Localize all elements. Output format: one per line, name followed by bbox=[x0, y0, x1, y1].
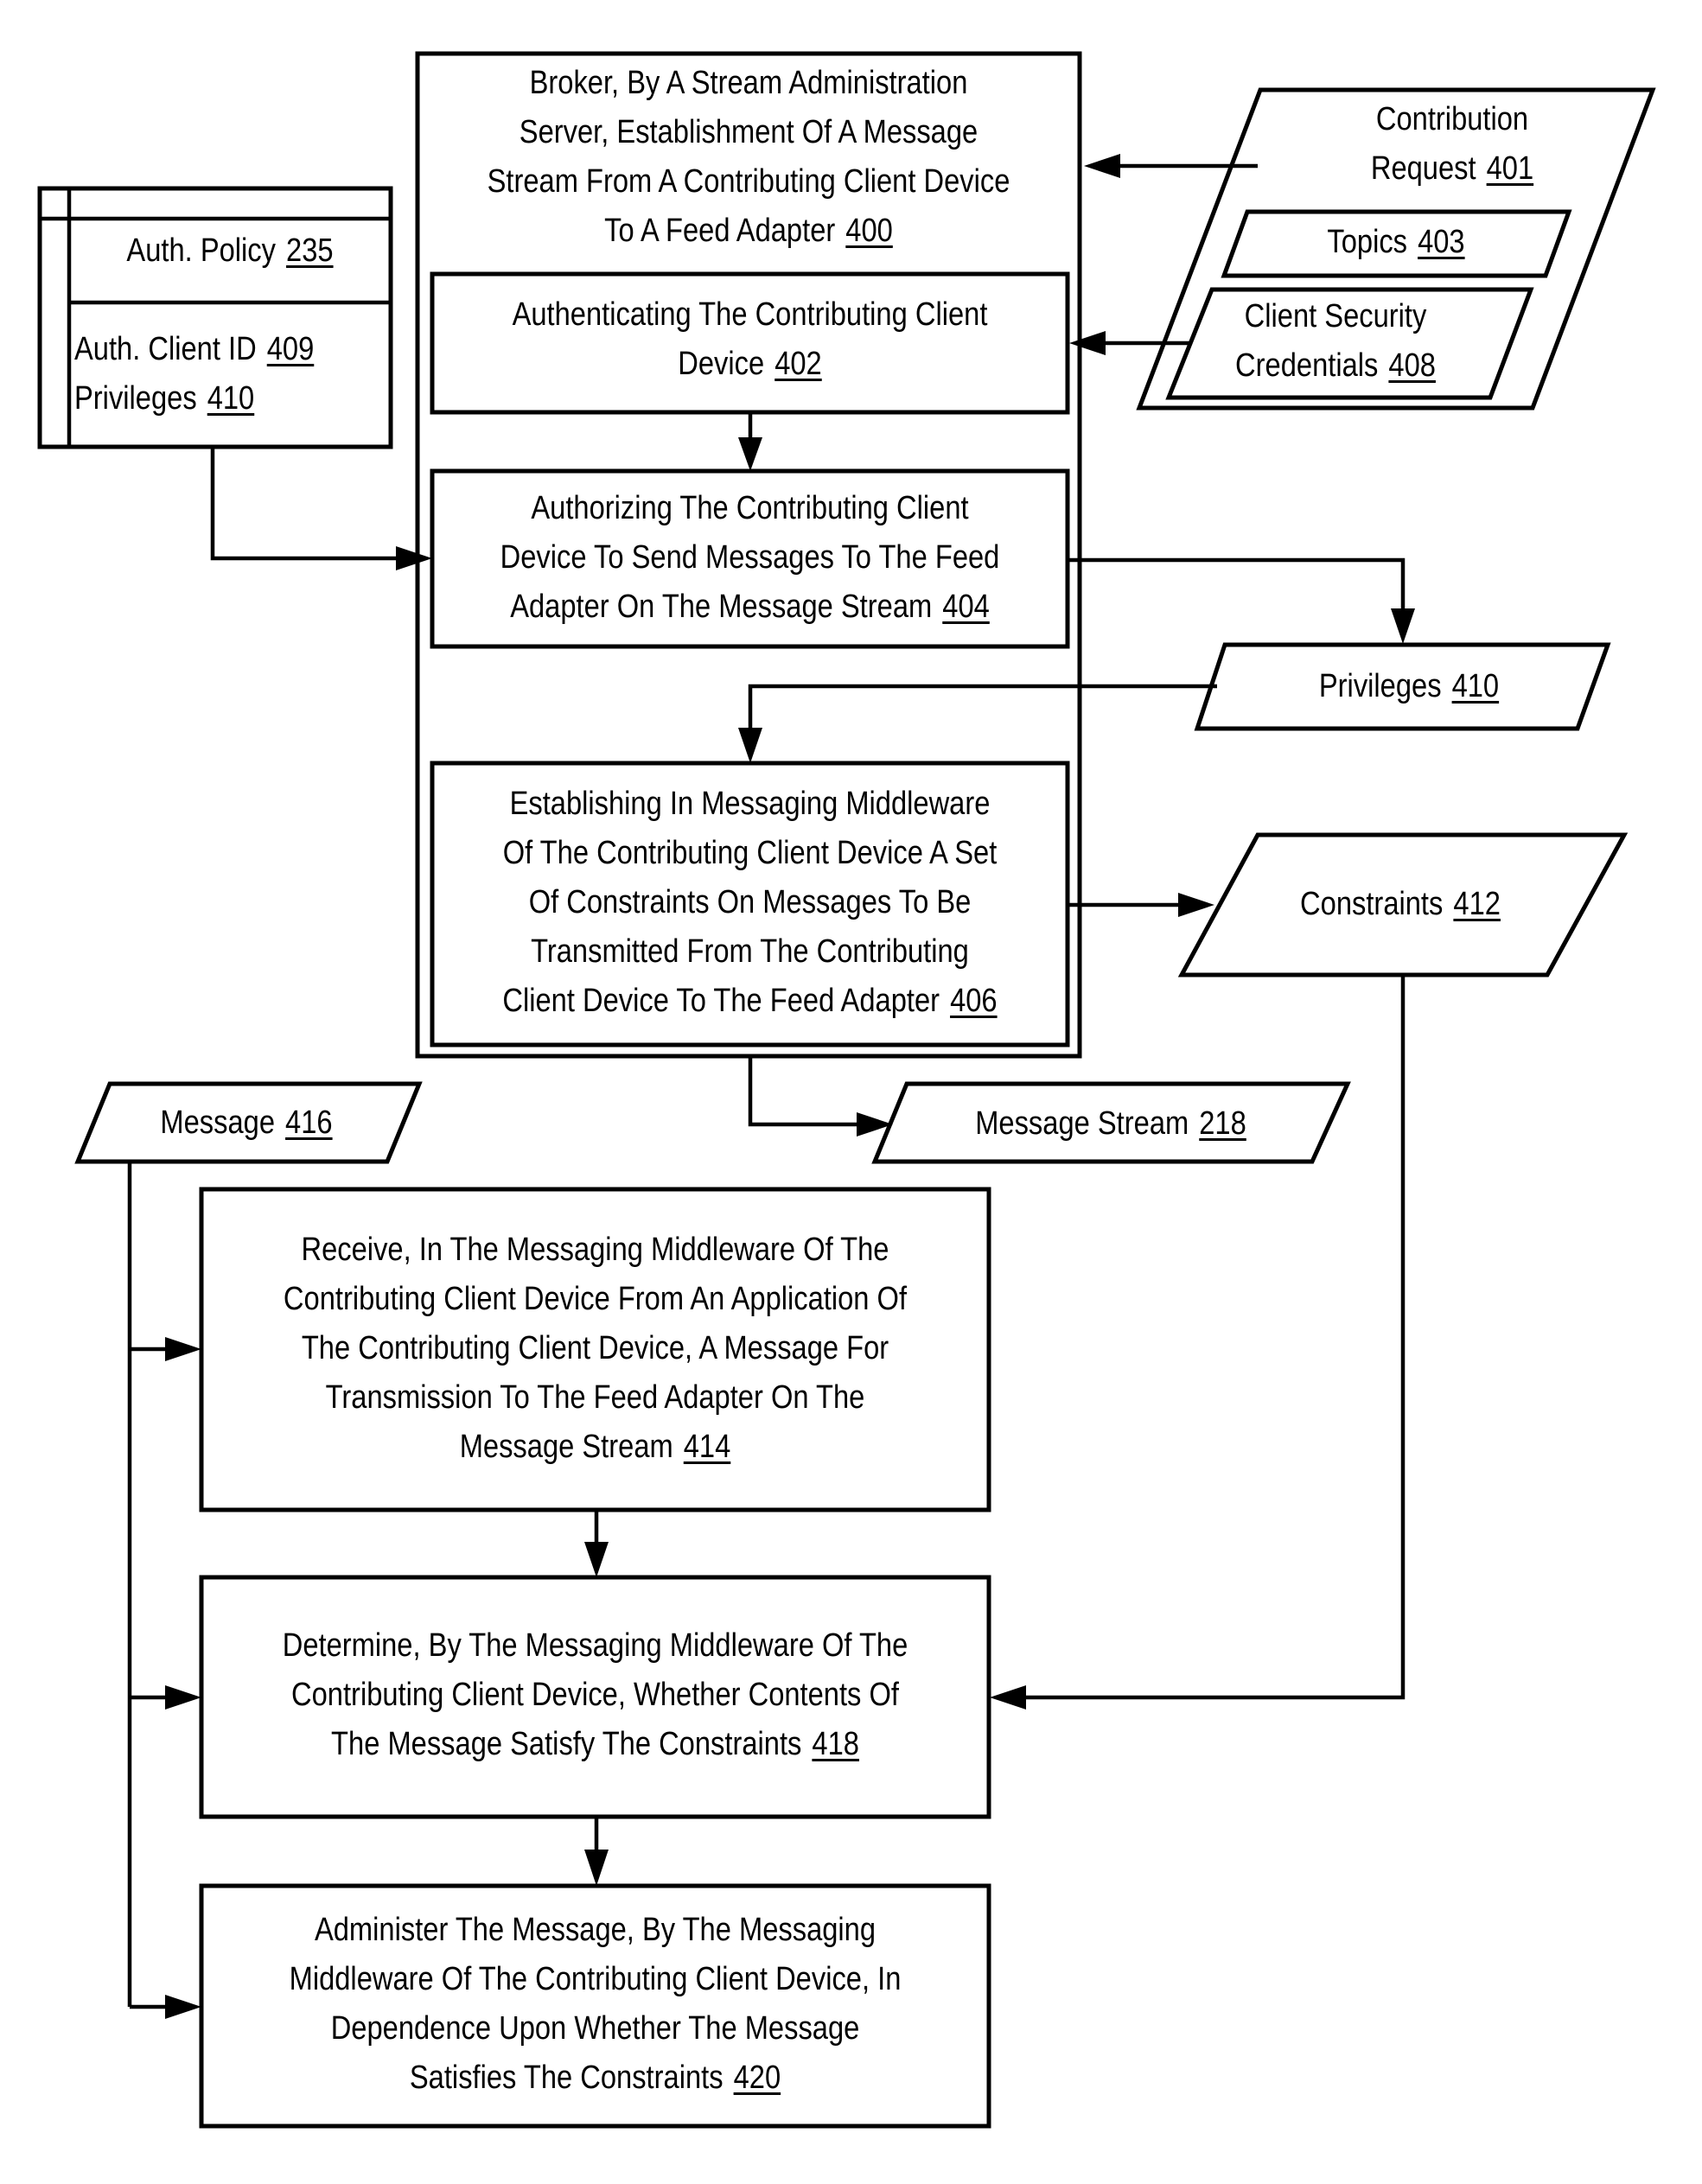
ref-number: 402 bbox=[775, 346, 822, 382]
privileges-410-label: Privileges 410 bbox=[1318, 668, 1500, 704]
administer-step-420-label: Administer The Message, By The Messaging… bbox=[289, 1912, 902, 2096]
establish-step-406-label: Establishing In Messaging Middleware Of … bbox=[502, 786, 998, 1019]
contribution-request-401-label: Contribution Request 401 bbox=[1370, 101, 1534, 187]
auth-policy-fields: Auth. Client ID 409 Privileges 410 bbox=[74, 325, 342, 423]
ref-number: 404 bbox=[942, 589, 990, 625]
edge-message-to-steps bbox=[127, 1162, 201, 2019]
authenticate-step-402-label: Authenticating The Contributing Client D… bbox=[512, 296, 988, 382]
ref-number: 406 bbox=[950, 983, 998, 1019]
auth-policy-title: Auth. Policy 235 bbox=[126, 232, 334, 269]
ref-number: 420 bbox=[733, 2060, 781, 2096]
ref-number: 409 bbox=[266, 331, 315, 367]
determine-step-418-label: Determine, By The Messaging Middleware O… bbox=[282, 1627, 908, 1762]
ref-number: 410 bbox=[1451, 668, 1500, 704]
edge-policy-to-authorize bbox=[210, 447, 432, 570]
receive-step-414-label: Receive, In The Messaging Middleware Of … bbox=[283, 1232, 908, 1465]
message-416-label: Message 416 bbox=[160, 1105, 333, 1141]
ref-number: 412 bbox=[1453, 886, 1501, 922]
ref-number: 235 bbox=[286, 232, 334, 269]
privileges-field: Privileges 410 bbox=[74, 380, 255, 417]
ref-number: 401 bbox=[1486, 150, 1534, 187]
ref-number: 218 bbox=[1199, 1105, 1246, 1142]
edge-broker-to-message-stream bbox=[748, 1056, 893, 1137]
edge-authorize-to-privileges bbox=[1068, 557, 1415, 644]
ref-number: 400 bbox=[845, 213, 893, 249]
credentials-408-label: Client Security Credentials 408 bbox=[1235, 298, 1436, 384]
ref-number: 410 bbox=[207, 380, 255, 417]
edge-establish-to-constraints bbox=[1068, 893, 1214, 917]
ref-number: 416 bbox=[285, 1105, 333, 1141]
ref-number: 403 bbox=[1418, 224, 1465, 260]
edge-determine-to-administer bbox=[584, 1817, 609, 1886]
constraints-412-label: Constraints 412 bbox=[1300, 886, 1501, 922]
edge-receive-to-determine bbox=[584, 1510, 609, 1577]
message-stream-218-label: Message Stream 218 bbox=[975, 1105, 1246, 1142]
ref-number: 408 bbox=[1388, 347, 1436, 384]
auth-client-id-field: Auth. Client ID 409 bbox=[74, 331, 315, 367]
authorize-step-404-label: Authorizing The Contributing Client Devi… bbox=[500, 490, 1000, 625]
broker-step-400-label: Broker, By A Stream Administration Serve… bbox=[487, 65, 1010, 249]
ref-number: 418 bbox=[812, 1726, 859, 1762]
ref-number: 414 bbox=[683, 1429, 731, 1465]
topics-403-label: Topics 403 bbox=[1327, 224, 1465, 260]
